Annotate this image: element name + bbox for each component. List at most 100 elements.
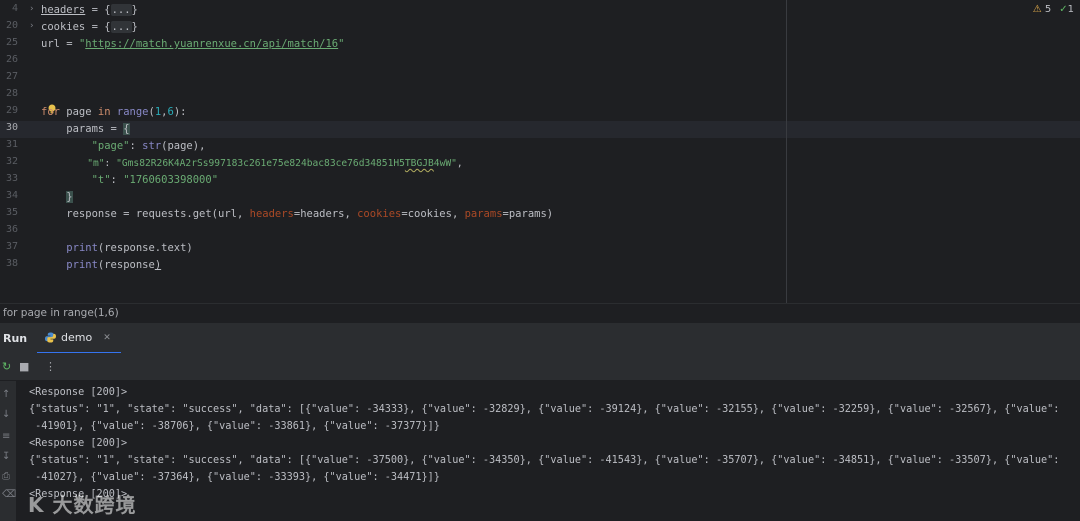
line-number: 33 (5, 173, 18, 184)
rerun-icon[interactable]: ↻ (2, 360, 11, 373)
warning-count[interactable]: ⚠ 5 (1033, 4, 1052, 15)
run-title: Run (3, 332, 28, 345)
code-param: headers (249, 208, 294, 220)
run-tab-label: demo (61, 331, 93, 344)
code-token: =headers, (293, 208, 358, 220)
code-line[interactable]: url = "https://match.yuanrenxue.cn/api/m… (41, 36, 344, 53)
line-number: 36 (5, 224, 18, 235)
code-token: = { (85, 4, 111, 16)
line-number: 26 (5, 54, 18, 65)
code-line[interactable]: for page in range(1,6): (41, 104, 186, 121)
fold-expand-icon[interactable]: › (29, 4, 37, 14)
console-line: <Response [200]> (29, 387, 128, 398)
check-count[interactable]: ✓1 (1059, 4, 1074, 15)
console-line: {"status": "1", "state": "success", "dat… (29, 404, 1060, 415)
code-line[interactable]: cookies = {...} (41, 19, 138, 36)
folded-region[interactable]: ... (110, 21, 132, 33)
code-line[interactable]: "t": "1760603398000" (41, 172, 218, 189)
code-token: ): (173, 106, 187, 118)
breadcrumb[interactable]: for page in range(1,6) (0, 303, 1080, 322)
warning-icon: ⚠ (1032, 4, 1042, 15)
matched-brace: } (66, 191, 73, 203)
code-token: page (59, 106, 98, 118)
run-tool-window-header: Run demo ✕ (0, 322, 1080, 354)
watermark-text: 大数跨境 (52, 493, 137, 517)
console-line: <Response [200]> (29, 438, 128, 449)
line-number: 37 (5, 241, 18, 252)
code-token: : (129, 140, 143, 152)
code-builtin: range (116, 106, 149, 118)
console-line: -41901}, {"value": -38706}, {"value": -3… (29, 421, 440, 432)
code-token: , (456, 158, 463, 169)
code-token: cookies = { (41, 21, 111, 33)
code-line[interactable]: print(response.text) (41, 240, 192, 257)
watermark-logo: K 大数跨境 (28, 489, 136, 518)
inspection-widget[interactable]: ⚠ 5 ✓1 (1033, 4, 1074, 15)
code-line[interactable]: "m": "Gms82R26K4A2rSs997183c261e75e824ba… (41, 155, 463, 172)
breadcrumb-item[interactable]: for page in range(1,6) (3, 307, 119, 319)
fold-expand-icon[interactable]: › (29, 21, 37, 31)
line-number: 27 (5, 71, 18, 82)
code-builtin: str (142, 140, 162, 152)
code-token: headers (41, 4, 86, 16)
code-token: " (338, 38, 345, 50)
line-number: 34 (5, 190, 18, 201)
code-keyword: in (97, 106, 111, 118)
code-token: params = (41, 123, 124, 135)
more-options-icon[interactable]: ⋮ (45, 360, 56, 373)
run-toolbar: ↻ ■ ⋮ (0, 353, 1080, 381)
code-token: : (104, 158, 117, 169)
typo-highlight[interactable]: TBGJB (405, 158, 434, 169)
code-token: } (131, 21, 138, 33)
print-icon[interactable]: ⎙ (2, 471, 10, 482)
code-line[interactable]: print(response) (41, 257, 161, 274)
code-line[interactable]: "page": str(page), (41, 138, 206, 155)
console-line: {"status": "1", "state": "success", "dat… (29, 455, 1060, 466)
scroll-up-icon[interactable]: ↑ (2, 389, 10, 400)
folded-region[interactable]: ... (110, 4, 132, 16)
code-token: : (110, 174, 124, 186)
url-link[interactable]: https://match.yuanrenxue.cn/api/match/16 (85, 38, 338, 50)
run-tab-demo[interactable]: demo ✕ (37, 323, 121, 354)
code-editor[interactable]: 4 20 25 26 27 28 29 30 31 32 33 34 35 36… (0, 0, 1080, 303)
warning-count-value: 5 (1044, 4, 1052, 15)
line-number: 20 (5, 20, 18, 31)
line-number-active: 30 (5, 122, 18, 133)
line-number: 29 (5, 105, 18, 116)
right-margin-guide (786, 0, 787, 303)
stop-icon[interactable]: ■ (19, 360, 29, 373)
code-builtin: print (66, 242, 98, 254)
watermark-mark-icon: K (28, 493, 45, 517)
line-number: 28 (5, 88, 18, 99)
line-number: 32 (5, 156, 18, 167)
code-string: "page" (91, 140, 130, 152)
code-line[interactable]: headers = {...} (41, 2, 138, 19)
code-builtin: print (66, 259, 98, 271)
console-line: -41027}, {"value": -37364}, {"value": -3… (29, 472, 440, 483)
close-icon[interactable]: ✕ (103, 333, 111, 343)
code-token: response = requests.get(url, (41, 208, 250, 220)
code-string: "Gms82R26K4A2rSs997183c261e75e824bac83ce… (116, 158, 405, 169)
code-token: =params) (502, 208, 554, 220)
code-line[interactable]: response = requests.get(url, headers=hea… (41, 206, 553, 223)
soft-wrap-icon[interactable]: ≡ (2, 431, 10, 442)
check-icon: ✓ (1059, 4, 1068, 15)
code-line[interactable]: } (41, 189, 73, 206)
code-token: =cookies, (401, 208, 465, 220)
console-output[interactable]: ↑ ↓ ≡ ↧ ⎙ ⌫ <Response [200]> {"status": … (0, 381, 1080, 521)
line-number: 31 (5, 139, 18, 150)
line-number: 4 (11, 3, 18, 14)
code-token: (page), (161, 140, 206, 152)
code-line-current[interactable]: params = { (41, 121, 130, 138)
scroll-down-icon[interactable]: ↓ (2, 409, 10, 420)
code-token: ) (154, 259, 162, 271)
scroll-to-end-icon[interactable]: ↧ (2, 451, 10, 462)
code-token: url = (41, 38, 79, 50)
clear-console-icon[interactable]: ⌫ (2, 489, 16, 500)
code-param: params (464, 208, 503, 220)
